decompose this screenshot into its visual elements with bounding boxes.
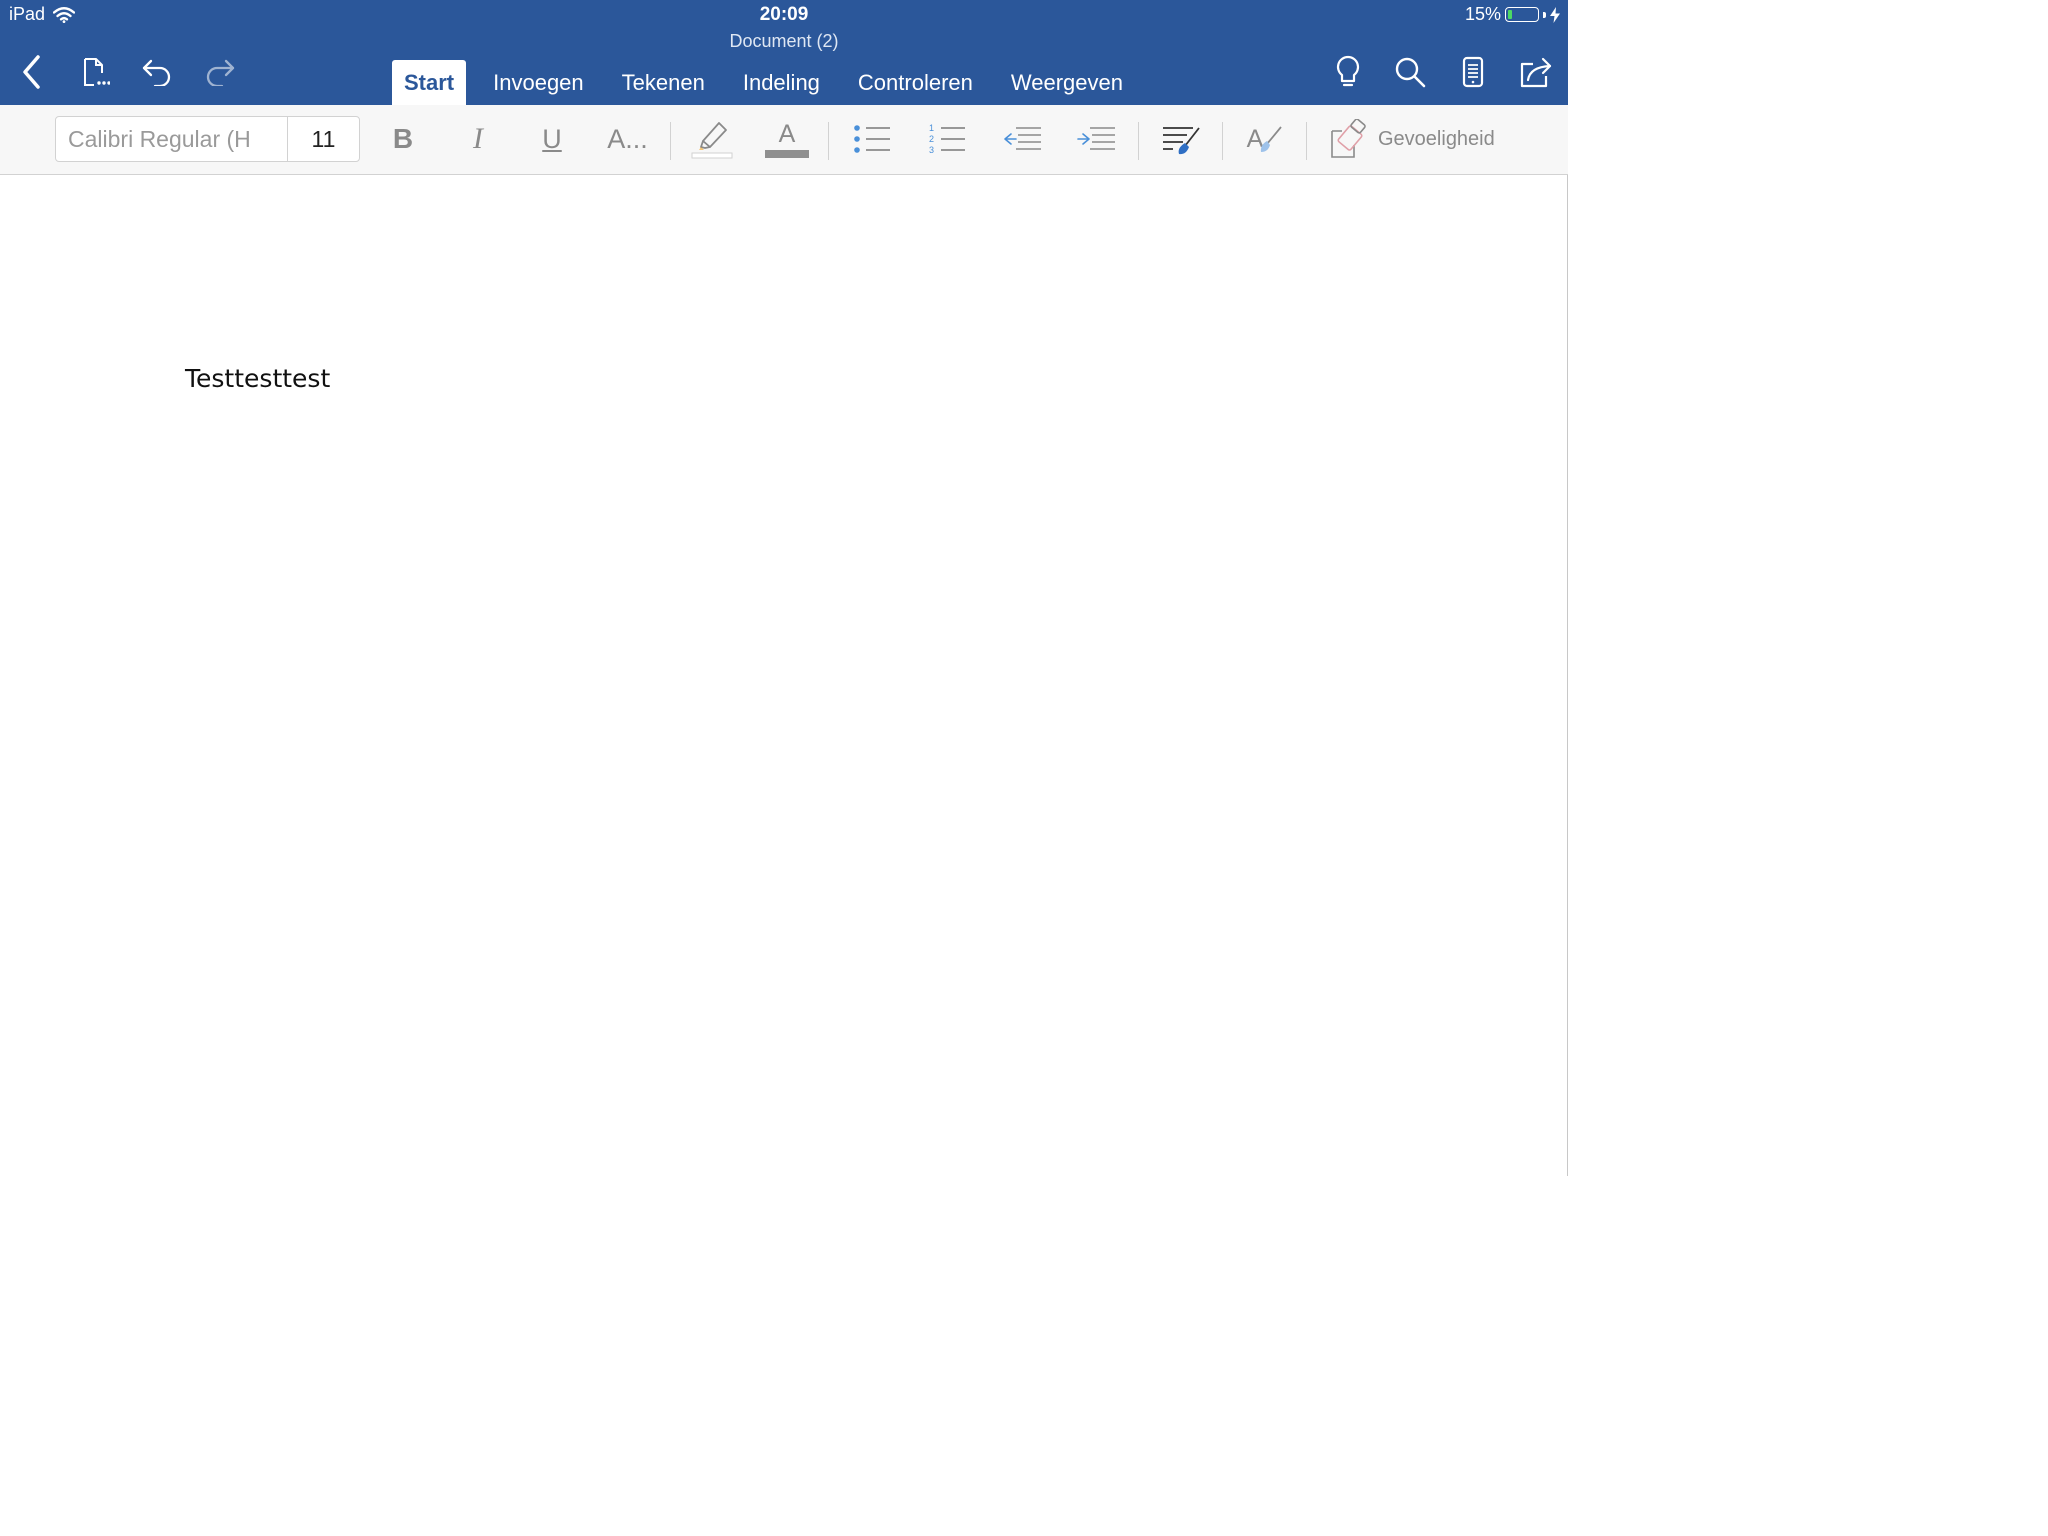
svg-text:2: 2 [929,134,934,144]
svg-text:3: 3 [929,145,934,155]
highlight-button[interactable] [688,117,736,161]
bold-button[interactable]: B [382,117,424,161]
numbered-list-icon: 1 2 3 [929,123,965,155]
underline-button[interactable]: U [531,117,573,161]
sensitivity-button[interactable]: Gevoeligheid [1328,117,1503,161]
increase-indent-icon [1077,127,1115,150]
paragraph-styles-button[interactable] [1156,117,1204,161]
separator [670,122,671,160]
tab-indeling[interactable]: Indeling [724,60,839,105]
styles-button[interactable]: A [1240,117,1290,161]
font-size-input[interactable]: 11 [288,117,359,161]
separator [1138,122,1139,160]
document-page[interactable] [0,175,1568,1176]
document-body-text[interactable]: Testtesttest [185,364,330,393]
font-color-label: A [778,119,796,148]
redo-icon [206,59,235,86]
svg-text:1: 1 [929,123,934,133]
charging-bolt-icon [1550,6,1560,23]
increase-indent-button[interactable] [1072,117,1120,161]
underline-label: U [542,123,562,154]
lightbulb-icon [1336,55,1360,87]
battery-cap [1543,11,1546,18]
tell-me-button[interactable] [1328,52,1368,92]
paragraph-styles-icon [1163,127,1200,155]
top-bar: iPad 20:09 Document (2) 15% Start Invoeg… [0,0,1568,105]
tab-invoegen[interactable]: Invoegen [474,60,603,105]
sensitivity-icon [1331,119,1366,158]
file-menu-icon [84,58,110,86]
separator [828,122,829,160]
tab-start[interactable]: Start [392,60,467,105]
font-color-button[interactable]: A [762,117,812,161]
numbered-list-button[interactable]: 1 2 3 [923,117,971,161]
status-right: 15% [1465,4,1560,25]
italic-label: I [473,122,483,155]
font-color-swatch [765,149,809,158]
undo-button[interactable] [137,52,177,92]
separator [1222,122,1223,160]
mobile-view-icon [1462,56,1484,88]
file-menu-button[interactable] [74,52,114,92]
back-button[interactable] [12,52,52,92]
ribbon-toolbar: Calibri Regular (H 11 B I U A... A 1 2 3… [0,105,1568,175]
battery-level-fill [1508,10,1512,19]
share-button[interactable] [1516,52,1556,92]
page-right-edge [1567,175,1568,1176]
more-formatting-label: A... [607,123,648,154]
redo-button[interactable] [200,52,240,92]
tab-tekenen[interactable]: Tekenen [603,60,724,105]
font-picker: Calibri Regular (H 11 [55,116,360,162]
font-color-icon: A [765,121,809,158]
decrease-indent-button[interactable] [998,117,1046,161]
font-name-input[interactable]: Calibri Regular (H [56,117,288,161]
share-icon [1520,57,1552,88]
back-chevron-icon [23,55,40,89]
bullet-list-button[interactable] [848,117,896,161]
italic-button[interactable]: I [457,117,499,161]
battery-percent: 15% [1464,4,1501,24]
bold-label: B [392,123,414,154]
sensitivity-label: Gevoeligheid [1378,127,1495,150]
bullet-list-icon [854,125,890,153]
undo-icon [142,59,171,86]
search-icon [1395,57,1426,88]
more-formatting-button[interactable]: A... [600,117,655,161]
status-time: 20:09 [759,4,809,25]
styles-brush-icon [1261,126,1283,152]
highlighter-icon [691,122,733,159]
tab-controleren[interactable]: Controleren [839,60,992,105]
search-button[interactable] [1390,52,1430,92]
document-title: Document (2) [729,31,839,51]
decrease-indent-icon [1004,127,1041,150]
tab-weergeven[interactable]: Weergeven [992,60,1142,105]
separator [1306,122,1307,160]
battery-icon [1505,7,1539,22]
mobile-view-button[interactable] [1453,52,1493,92]
ribbon-tabs: Start Invoegen Tekenen Indeling Controle… [392,60,1142,105]
